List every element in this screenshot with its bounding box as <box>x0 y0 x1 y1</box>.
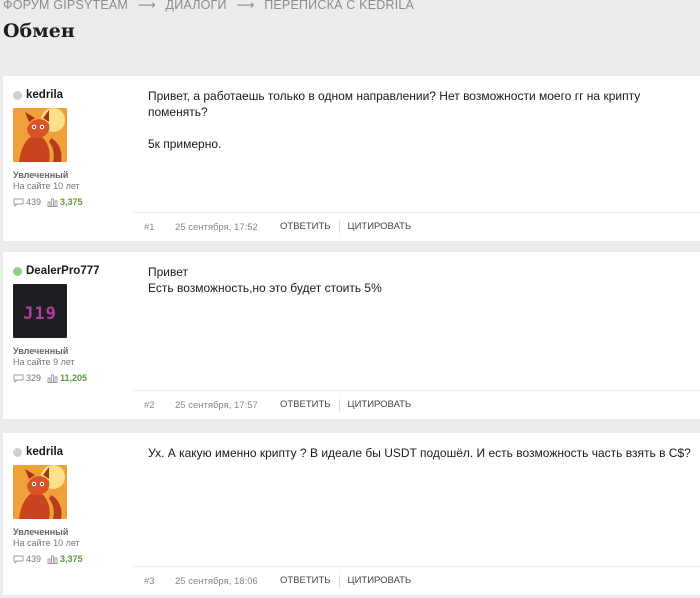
avatar[interactable] <box>13 108 67 162</box>
member-since: На сайте 10 лет <box>13 181 80 191</box>
post-footer: #3 25 сентября, 18:06 Ответить Цитироват… <box>133 566 700 595</box>
breadcrumb-current: Переписка с kedrila <box>264 0 415 12</box>
user-info: DealerPro777 J19 Увлеченный На сайте 9 л… <box>13 264 133 383</box>
user-stats: 439 3,375 <box>13 197 133 207</box>
post-date: 25 сентября, 17:52 <box>175 221 258 233</box>
avatar-text: J19 <box>23 304 57 324</box>
message-body: Привет Есть возможность,но это будет сто… <box>148 264 692 296</box>
avatar[interactable] <box>13 465 67 519</box>
likes-count: 3,375 <box>60 197 83 207</box>
quote-button[interactable]: Цитировать <box>338 399 420 411</box>
avatar[interactable]: J19 <box>13 284 67 338</box>
message-post: kedrila Увлеченный На сайте 10 лет 439 3… <box>3 433 700 595</box>
post-date: 25 сентября, 17:57 <box>175 399 258 411</box>
user-role: Увлеченный <box>13 346 69 356</box>
member-since: На сайте 9 лет <box>13 357 75 367</box>
post-number-link[interactable]: #2 <box>144 400 174 411</box>
quote-button[interactable]: Цитировать <box>338 221 420 233</box>
message-post: DealerPro777 J19 Увлеченный На сайте 9 л… <box>3 252 700 419</box>
likes-chart-icon <box>47 198 58 207</box>
status-indicator <box>13 266 22 276</box>
page-title: Обмен <box>3 20 75 42</box>
message-body: Ух. А какую именно крипту ? В идеале бы … <box>148 445 692 461</box>
post-footer: #1 25 сентября, 17:52 Ответить Цитироват… <box>133 212 700 241</box>
post-number-link[interactable]: #3 <box>144 576 174 587</box>
message-text: Привет, а работаешь только в одном напра… <box>148 89 641 119</box>
comment-icon <box>13 555 24 564</box>
user-stats: 329 11,205 <box>13 373 133 383</box>
reply-button[interactable]: Ответить <box>280 399 339 411</box>
message-post: kedrila Увлеченный На сайте 10 лет 439 3… <box>3 76 700 241</box>
user-info: kedrila Увлеченный На сайте 10 лет 439 3… <box>13 445 133 564</box>
message-text: Ух. А какую именно крипту ? В идеале бы … <box>148 446 691 460</box>
username-link[interactable]: DealerPro777 <box>26 265 100 277</box>
reply-button[interactable]: Ответить <box>280 221 339 233</box>
message-text: Привет <box>148 265 189 279</box>
breadcrumb-forum-link[interactable]: Форум GIPSYTEAM <box>3 0 128 12</box>
status-indicator <box>13 447 22 457</box>
message-count: 439 <box>26 197 42 207</box>
breadcrumb-dialogs-link[interactable]: Диалоги <box>166 0 227 12</box>
fox-avatar-icon <box>13 108 67 162</box>
j19-avatar-icon: J19 <box>13 284 67 338</box>
user-role: Увлеченный <box>13 170 69 180</box>
breadcrumb: Форум GIPSYTEAM ⟶ Диалоги ⟶ Переписка с … <box>3 0 414 13</box>
message-count: 439 <box>26 554 42 564</box>
username-link[interactable]: kedrila <box>26 89 63 101</box>
comment-icon <box>13 374 24 383</box>
fox-avatar-icon <box>13 465 67 519</box>
likes-chart-icon <box>47 555 58 564</box>
reply-button[interactable]: Ответить <box>280 575 339 587</box>
comment-icon <box>13 198 24 207</box>
likes-count: 3,375 <box>60 554 83 564</box>
user-stats: 439 3,375 <box>13 554 133 564</box>
user-info: kedrila Увлеченный На сайте 10 лет 439 3… <box>13 88 133 207</box>
post-date: 25 сентября, 18:06 <box>175 575 258 587</box>
message-count: 329 <box>26 373 42 383</box>
status-indicator <box>13 90 22 100</box>
username-link[interactable]: kedrila <box>26 446 63 458</box>
post-footer: #2 25 сентября, 17:57 Ответить Цитироват… <box>133 390 700 419</box>
breadcrumb-separator: ⟶ <box>236 0 255 12</box>
quote-button[interactable]: Цитировать <box>338 575 420 587</box>
likes-chart-icon <box>47 374 58 383</box>
member-since: На сайте 10 лет <box>13 538 80 548</box>
message-text: 5к примерно. <box>148 137 222 151</box>
likes-count: 11,205 <box>60 373 88 383</box>
breadcrumb-separator: ⟶ <box>137 0 156 12</box>
post-number-link[interactable]: #1 <box>144 222 174 233</box>
user-role: Увлеченный <box>13 527 69 537</box>
message-body: Привет, а работаешь только в одном напра… <box>148 88 692 168</box>
message-text: Есть возможность,но это будет стоить 5% <box>148 281 382 295</box>
